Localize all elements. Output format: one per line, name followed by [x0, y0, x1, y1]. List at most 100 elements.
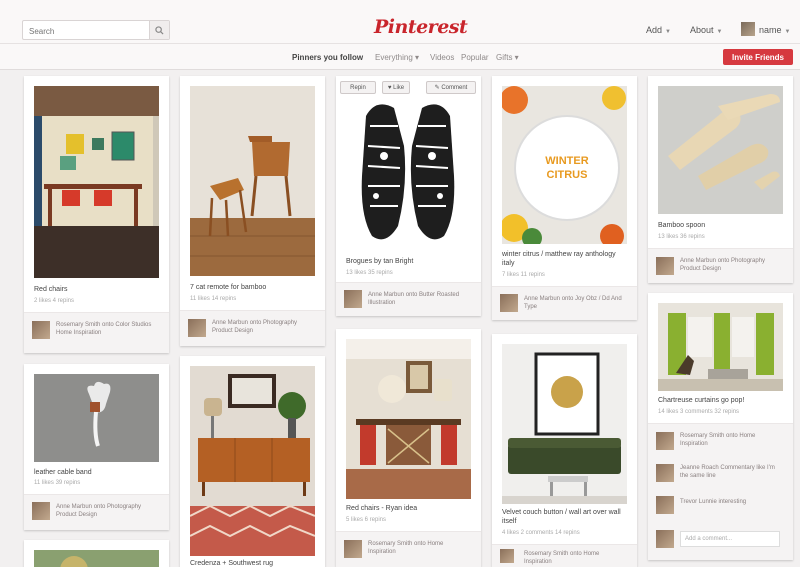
repin-button[interactable]: Repin: [340, 81, 376, 94]
pin-image: [658, 303, 783, 391]
pin-via: Rosemary Smith onto Home Inspiration: [368, 541, 444, 555]
avatar[interactable]: [741, 22, 755, 36]
pin-attribution: Anne Marbun onto Butter Roasted Illustra…: [336, 282, 481, 316]
avatar[interactable]: [32, 502, 50, 520]
pin-image: WINTER CITRUS: [502, 86, 627, 244]
pin-stats: 7 likes 11 repins: [502, 272, 545, 278]
pin-image: [346, 86, 471, 256]
nav-everything[interactable]: Everything ▾: [375, 53, 419, 62]
pin-card[interactable]: Repin ♥ Like ✎ Comment Brogues by tan Br…: [336, 76, 481, 316]
pin-stats: 2 likes 4 repins: [34, 298, 75, 304]
pin-image: [346, 339, 471, 499]
avatar[interactable]: [188, 319, 206, 337]
pinterest-logo[interactable]: Pinterest: [374, 16, 468, 38]
pin-via: Rosemary Smith onto Color Studios Home I…: [56, 322, 152, 336]
pin-card[interactable]: Credenza + Southwest rug: [180, 356, 325, 567]
pin-attribution: Anne Marbun onto Photography Product Des…: [24, 494, 169, 530]
pin-attribution: Rosemary Smith onto Home Inspiration: [492, 544, 637, 567]
search-button[interactable]: [149, 21, 169, 39]
pin-attribution: Rosemary Smith onto Home Inspiration: [336, 531, 481, 567]
comment-label: Comment: [441, 84, 468, 91]
pin-card[interactable]: [24, 540, 169, 567]
pin-via: Anne Marbun onto Butter Roasted Illustra…: [368, 292, 460, 306]
pin-attribution: Anne Marbun onto Photography Product Des…: [648, 248, 793, 283]
plate-text-bottom: CITRUS: [547, 169, 588, 181]
pin-stats: 4 likes 2 comments 14 repins: [502, 530, 580, 536]
user-label: name: [759, 25, 782, 35]
pin-description: Brogues by tan Bright: [346, 258, 414, 265]
pin-description: leather cable band: [34, 469, 92, 476]
nav-videos[interactable]: Videos: [430, 53, 454, 62]
pin-description: Velvet couch button / wall art over wall…: [502, 509, 621, 525]
invite-friends-button[interactable]: Invite Friends: [723, 49, 793, 65]
avatar[interactable]: [344, 290, 362, 308]
pin-description: Chartreuse curtains go pop!: [658, 397, 745, 404]
search-icon: [155, 25, 164, 35]
chevron-down-icon: ▼: [784, 29, 791, 35]
avatar[interactable]: [656, 496, 674, 514]
pin-comments: Rosemary Smith onto Home Inspiration Jea…: [648, 423, 793, 560]
nav-pinners-you-follow[interactable]: Pinners you follow: [292, 53, 363, 62]
add-comment-input[interactable]: Add a comment...: [680, 531, 780, 547]
nav-gifts[interactable]: Gifts ▾: [496, 53, 519, 62]
search-input[interactable]: [23, 22, 143, 41]
avatar[interactable]: [656, 257, 674, 275]
pin-stats: 11 likes 39 repins: [34, 480, 81, 486]
pin-description: Red chairs: [34, 286, 68, 293]
pin-image: [34, 550, 159, 567]
about-label: About: [690, 25, 714, 35]
pin-via: Anne Marbun onto Photography Product Des…: [212, 320, 298, 334]
pin-image: [190, 366, 315, 556]
avatar: [656, 530, 674, 548]
pin-description: Red chairs - Ryan idea: [346, 505, 418, 512]
pin-attribution: Anne Marbun onto Joy Obz / Dd And Type: [492, 286, 637, 320]
nav-everything-label: Everything: [375, 53, 413, 62]
pin-image: [658, 86, 783, 214]
comment-icon: ✎: [434, 85, 440, 91]
pin-stats: 5 likes 6 repins: [346, 517, 387, 523]
pin-stats: 13 likes 36 repins: [658, 234, 705, 240]
pin-card[interactable]: Velvet couch button / wall art over wall…: [492, 334, 637, 567]
pin-via: Rosemary Smith onto Home Inspiration: [524, 551, 600, 565]
pin-description: Credenza + Southwest rug: [190, 560, 274, 567]
plate-text-top: WINTER: [545, 155, 588, 167]
repin-label: Repin: [350, 84, 366, 91]
pin-card[interactable]: Bamboo spoon 13 likes 36 repins Anne Mar…: [648, 76, 793, 283]
avatar[interactable]: [656, 464, 674, 482]
user-menu[interactable]: name ▼: [759, 25, 790, 35]
avatar[interactable]: [656, 432, 674, 450]
comment-text: Trevor Lunnie interesting: [680, 499, 747, 505]
avatar[interactable]: [32, 321, 50, 339]
add-label: Add: [646, 25, 663, 35]
search-box: [22, 20, 170, 41]
pin-via: Anne Marbun onto Photography Product Des…: [56, 504, 142, 518]
pin-card[interactable]: WINTER CITRUS winter citrus / matthew ra…: [492, 76, 637, 320]
pin-attribution: Anne Marbun onto Photography Product Des…: [180, 310, 325, 346]
pin-description: winter citrus / matthew ray anthology it…: [502, 251, 616, 267]
nav-popular[interactable]: Popular: [461, 53, 489, 62]
add-menu[interactable]: Add ▼: [646, 25, 671, 35]
pin-card[interactable]: Chartreuse curtains go pop! 14 likes 3 c…: [648, 293, 793, 560]
avatar[interactable]: [500, 549, 514, 563]
pin-image: [190, 86, 315, 276]
pin-card[interactable]: Red chairs 2 likes 4 repins Rosemary Smi…: [24, 76, 169, 353]
nav-gifts-label: Gifts: [496, 53, 513, 62]
comment-text: Rosemary Smith onto Home Inspiration: [680, 433, 756, 447]
heart-icon: ♥: [387, 84, 392, 91]
pin-card[interactable]: 7 cat remote for bamboo 11 likes 14 repi…: [180, 76, 325, 346]
pin-card[interactable]: leather cable band 11 likes 39 repins An…: [24, 364, 169, 530]
pin-card[interactable]: Red chairs - Ryan idea 5 likes 6 repins …: [336, 329, 481, 567]
avatar[interactable]: [500, 294, 518, 312]
sub-nav: Pinners you follow Everything ▾ Videos P…: [0, 44, 800, 70]
like-button[interactable]: ♥ Like: [382, 81, 410, 94]
pin-stats: 11 likes 14 repins: [190, 296, 237, 302]
about-menu[interactable]: About ▼: [690, 25, 722, 35]
pin-image: [34, 374, 159, 462]
comment-button[interactable]: ✎ Comment: [426, 81, 476, 94]
pin-stats: 14 likes 3 comments 32 repins: [658, 409, 740, 415]
comment-text: Jeanne Roach Commentary like I'm the sam…: [680, 465, 775, 479]
avatar[interactable]: [344, 540, 362, 558]
top-bar: Pinterest Add▼ About▼ name▼: [0, 0, 800, 44]
pin-image: [502, 344, 627, 504]
like-label: Like: [393, 84, 405, 91]
